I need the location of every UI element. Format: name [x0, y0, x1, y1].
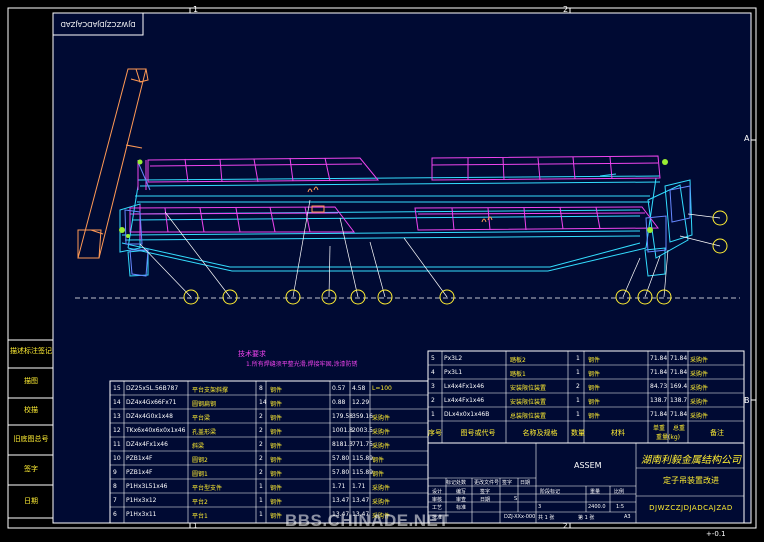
- assembly-label: ASSEM: [574, 461, 602, 470]
- sign-row-process: 工艺: [432, 505, 443, 511]
- standard-code: DZJ-XXx-000: [504, 514, 536, 520]
- stage-label: 阶段标记: [540, 489, 561, 495]
- sign-col-write: 编写: [456, 489, 467, 495]
- sign-col-standard: 标准: [456, 505, 467, 511]
- sign-row-review: 审核: [432, 497, 443, 503]
- weight-value: 2400.0: [588, 504, 606, 510]
- company-name: 湖南利毅金属结构公司: [641, 455, 741, 466]
- scale-label: 比例: [614, 489, 625, 495]
- format-label: A3: [624, 514, 631, 520]
- tb-header-doc: 更改文件号: [474, 480, 500, 486]
- drawing-name: 定子吊装置改进: [663, 476, 719, 485]
- sign-col-check: 审查: [456, 497, 467, 503]
- tb-header-count: 处数: [456, 480, 467, 486]
- sheet-total: 共 1 张: [538, 515, 555, 521]
- tb-header-mark: 标记: [446, 480, 457, 486]
- cad-viewport[interactable]: { "drawing": { "code_top": "DJWZCZJDJADC…: [0, 0, 764, 542]
- mark-value: 3: [538, 504, 542, 510]
- stage-value: S: [514, 496, 518, 502]
- corner-info: +-0.1: [706, 530, 726, 538]
- sheet-no: 第 1 张: [578, 515, 595, 521]
- drawing-code: DJWZCZJDJADCAJZAD: [649, 504, 733, 512]
- weight-label: 重量: [590, 489, 601, 495]
- scale-value: 1:5: [616, 504, 625, 510]
- sign-col-signature: 签字: [480, 489, 491, 495]
- sign-row-design: 设计: [432, 489, 443, 495]
- watermark: BBS.CHINADE.NET: [285, 511, 450, 530]
- sign-col-date: 日期: [480, 497, 491, 503]
- tb-header-sign: 签字: [502, 480, 513, 486]
- tb-header-date: 日期: [520, 480, 531, 486]
